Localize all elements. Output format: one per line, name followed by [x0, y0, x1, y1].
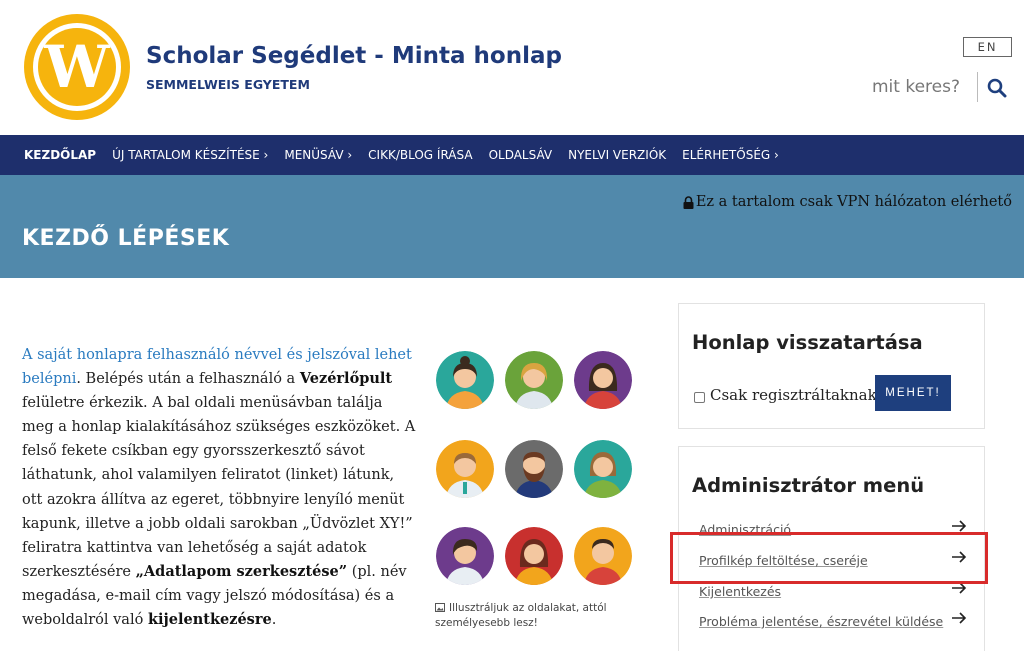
- caption-text: Illusztráljuk az oldalakat, attól személ…: [435, 602, 607, 629]
- woman-avatar-icon: [505, 351, 563, 409]
- text-span: .: [271, 612, 277, 629]
- registered-only-checkbox[interactable]: [694, 392, 705, 403]
- search-icon[interactable]: [987, 78, 1007, 98]
- nav-item-oldalsav[interactable]: OLDALSÁV: [489, 148, 553, 162]
- submit-button[interactable]: MEHET!: [875, 375, 951, 411]
- language-switch-button[interactable]: EN: [963, 37, 1012, 57]
- site-visibility-widget: Honlap visszatartása Csak regisztráltakn…: [678, 303, 985, 429]
- arrow-right-icon: [952, 612, 967, 624]
- man-avatar-icon: [574, 527, 632, 585]
- nav-item-menusav[interactable]: MENÜSÁV ›: [284, 148, 352, 162]
- nav-item-elerhetoseg[interactable]: ELÉRHETŐSÉG ›: [682, 148, 779, 162]
- nav-item-nyelvi-verziok[interactable]: NYELVI VERZIÓK: [568, 148, 666, 162]
- text-bold: „Adatlapom szerkesztése”: [135, 562, 348, 580]
- arrow-right-icon: [952, 520, 967, 532]
- woman-avatar-icon: [574, 351, 632, 409]
- main-navigation: KEZDŐLAP ÚJ TARTALOM KÉSZÍTÉSE › MENÜSÁV…: [0, 135, 1024, 175]
- woman-avatar-icon: [574, 440, 632, 498]
- site-title[interactable]: Scholar Segédlet - Minta honlap: [146, 43, 562, 69]
- nav-item-cikk-blog[interactable]: CIKK/BLOG ÍRÁSA: [368, 148, 472, 162]
- text-span: . Belépés után a felhasználó a: [76, 371, 300, 388]
- page-title: KEZDŐ LÉPÉSEK: [22, 226, 230, 251]
- nav-item-uj-tartalom[interactable]: ÚJ TARTALOM KÉSZÍTÉSE ›: [112, 148, 268, 162]
- image-caption: Illusztráljuk az oldalakat, attól személ…: [435, 601, 625, 631]
- wordpress-logo-icon: W: [38, 28, 116, 106]
- search-input[interactable]: mit keres?: [872, 77, 960, 97]
- text-bold: Vezérlőpult: [299, 370, 393, 388]
- logo-ring: W: [33, 23, 121, 111]
- page-banner: Ez a tartalom csak VPN hálózaton elérhet…: [0, 175, 1024, 278]
- search-divider: [977, 72, 978, 102]
- woman-avatar-icon: [436, 527, 494, 585]
- intro-paragraph: A saját honlapra felhasználó névvel és j…: [22, 343, 417, 632]
- text-span: felületre érkezik. A bal oldali menüsávb…: [22, 395, 416, 580]
- admin-menu-item-logout[interactable]: Kijelentkezés: [699, 581, 967, 601]
- lock-icon: [683, 195, 694, 209]
- site-logo[interactable]: W: [24, 14, 130, 120]
- woman-avatar-icon: [436, 351, 494, 409]
- man-avatar-icon: [436, 440, 494, 498]
- widget-title: Honlap visszatartása: [692, 331, 923, 354]
- site-subtitle: SEMMELWEIS EGYETEM: [146, 77, 310, 92]
- avatar-illustration[interactable]: [433, 350, 635, 590]
- admin-menu-label[interactable]: Probléma jelentése, észrevétel küldése: [699, 614, 943, 629]
- checkbox-label[interactable]: Csak regisztráltaknak: [710, 386, 877, 404]
- woman-avatar-icon: [505, 527, 563, 585]
- widget-title: Adminisztrátor menü: [692, 474, 925, 497]
- highlight-box: [670, 532, 988, 584]
- vpn-notice: Ez a tartalom csak VPN hálózaton elérhet…: [683, 194, 1012, 210]
- bearded-man-avatar-icon: [505, 440, 563, 498]
- text-bold: kijelentkezésre: [147, 611, 272, 629]
- admin-menu-label[interactable]: Kijelentkezés: [699, 584, 781, 599]
- image-icon: [435, 603, 445, 612]
- nav-item-kezdolap[interactable]: KEZDŐLAP: [24, 148, 96, 162]
- vpn-notice-text: Ez a tartalom csak VPN hálózaton elérhet…: [695, 194, 1012, 210]
- admin-menu-item-report-problem[interactable]: Probléma jelentése, észrevétel küldése: [699, 611, 967, 631]
